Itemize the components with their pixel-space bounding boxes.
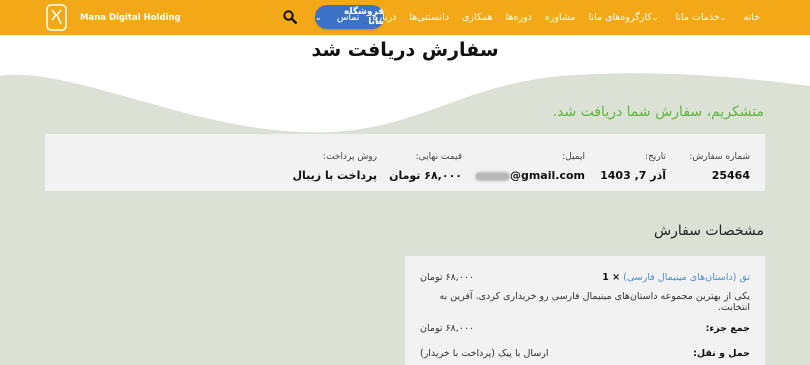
brand[interactable]: Mana Digital Holding (46, 4, 181, 31)
nav-item-contact[interactable]: تماس (337, 12, 360, 23)
title-bar: سفارش دریافت شد (0, 35, 810, 67)
order-number-label: شماره سفارش: (689, 152, 750, 162)
subtotal-value: ۶۸,۰۰۰ تومان (420, 322, 475, 334)
page-title: سفارش دریافت شد (311, 39, 499, 61)
order-email-field: ایمیل: @gmail.com (474, 152, 585, 182)
mana-logo-icon (46, 4, 67, 31)
nav-item-knowledge[interactable]: دانستنی‌ها (409, 12, 449, 23)
nav-item-cooperation[interactable]: همکاری (462, 12, 493, 23)
nav-item-about[interactable]: درباره (372, 12, 396, 23)
nav-item-services[interactable]: خدمات مانا ⌄ (675, 12, 730, 23)
order-email-label: ایمیل: (562, 152, 585, 162)
order-email-value: @gmail.com (474, 169, 585, 182)
product-note-row: یکی از بهترین مجموعه داستان‌های مینیمال … (420, 291, 751, 313)
order-details-table: تق (داستان‌های مینیمال فارسی) × 1 ۶۸,۰۰۰… (405, 256, 765, 365)
subtotal-label: جمع جزء: (705, 322, 750, 334)
order-payment-label: روش پرداخت: (323, 152, 377, 162)
shipping-value: ارسال با پیک (پرداخت با خریدار) (420, 347, 549, 359)
nav-item-consulting[interactable]: مشاوره (545, 12, 576, 23)
order-summary: شماره سفارش: 25464 تاریخ: آذر 7, 1403 ای… (45, 134, 765, 191)
product-note: یکی از بهترین مجموعه داستان‌های مینیمال … (439, 291, 751, 313)
shipping-row: حمل و نقل: ارسال با پیک (پرداخت با خریدا… (420, 343, 750, 363)
order-payment-value: پرداخت با زیبال (292, 169, 377, 182)
chevron-down-icon: ⌄ (315, 12, 322, 22)
nav-item-home[interactable]: خانه (743, 12, 760, 23)
main-menu: خانه خدمات مانا ⌄ کارگروه‌های مانا ⌄ مشاور… (324, 0, 760, 35)
search-icon[interactable] (283, 10, 297, 24)
nav-item-courses[interactable]: دوره‌ها (506, 12, 532, 23)
order-total-field: قیمت نهایی: ۶۸,۰۰۰ تومان (389, 152, 462, 182)
order-date-label: تاریخ: (645, 152, 666, 162)
brand-name: Mana Digital Holding (80, 12, 181, 23)
order-date-value: آذر 7, 1403 (600, 169, 666, 182)
subtotal-row: جمع جزء: ۶۸,۰۰۰ تومان (420, 318, 750, 338)
product-quantity: × 1 (602, 271, 621, 283)
order-total-label: قیمت نهایی: (415, 152, 462, 162)
chevron-down-icon: ⌄ (651, 13, 659, 22)
top-navbar: Mana Digital Holding فروشگاه مانا ⌄ خانه… (0, 0, 810, 36)
shipping-label: حمل و نقل: (693, 347, 750, 359)
order-payment-field: روش پرداخت: پرداخت با زیبال (292, 152, 377, 182)
product-row: تق (داستان‌های مینیمال فارسی) × 1 ۶۸,۰۰۰… (420, 267, 750, 287)
product-link[interactable]: تق (داستان‌های مینیمال فارسی) (623, 272, 750, 283)
redacted-email (474, 171, 510, 181)
order-total-value: ۶۸,۰۰۰ تومان (389, 169, 462, 182)
product-price: ۶۸,۰۰۰ تومان (420, 271, 475, 283)
order-date-field: تاریخ: آذر 7, 1403 (600, 152, 666, 182)
order-number-value: 25464 (711, 169, 750, 182)
nav-item-workgroups[interactable]: کارگروه‌های مانا ⌄ (589, 12, 663, 23)
chevron-down-icon: ⌄ (719, 13, 727, 22)
order-details-heading: مشخصات سفارش (654, 223, 764, 239)
thank-you-message: متشکریم، سفارش شما دریافت شد. (552, 104, 764, 120)
order-number-field: شماره سفارش: 25464 (689, 152, 750, 182)
